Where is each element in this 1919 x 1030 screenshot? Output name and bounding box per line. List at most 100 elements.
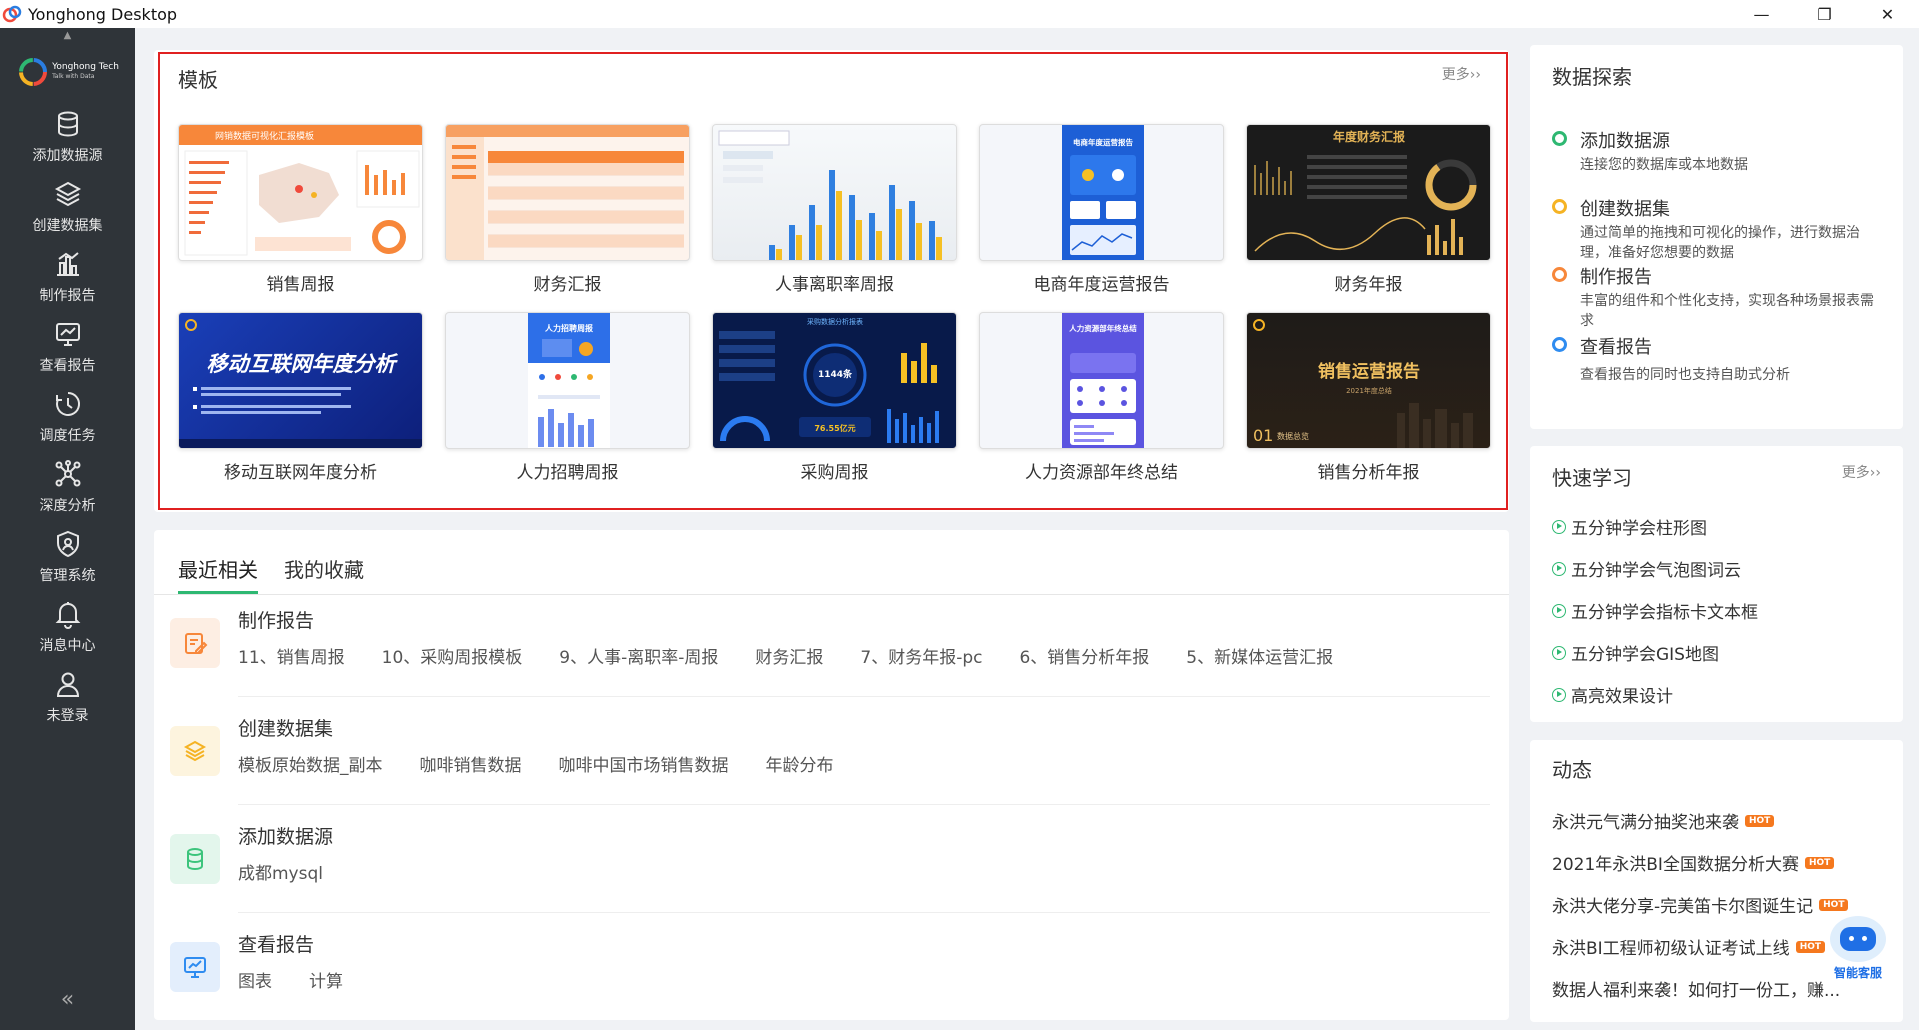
- templates-more-link[interactable]: 更多››: [1442, 64, 1481, 84]
- template-label: 电商年度运营报告: [1033, 275, 1170, 295]
- recent-links: 11、销售周报 10、采购周报模板 9、人事-离职率-周报 财务汇报 7、财务年…: [238, 643, 1370, 668]
- tab-recent[interactable]: 最近相关: [178, 544, 258, 594]
- bell-icon: [55, 602, 80, 629]
- template-card[interactable]: 人力资源部年终总结 人力资源部年终总结: [979, 312, 1224, 483]
- close-button[interactable]: ✕: [1856, 0, 1919, 28]
- smart-assistant-button[interactable]: 智能客服: [1816, 916, 1900, 990]
- recent-link[interactable]: 7、财务年报-pc: [860, 643, 982, 668]
- recent-links: 模板原始数据_副本 咖啡销售数据 咖啡中国市场销售数据 年龄分布: [238, 751, 871, 776]
- play-icon: [1552, 603, 1566, 618]
- template-card[interactable]: 电商年度运营报告 电商年度运营报告: [979, 124, 1224, 295]
- learn-item[interactable]: 五分钟学会气泡图词云: [1552, 556, 1741, 581]
- step-dot-icon: [1552, 337, 1567, 352]
- template-thumbnail: 采购数据分析报表 1144条 76.55亿元: [712, 312, 957, 449]
- step-dot-icon: [1552, 267, 1567, 282]
- learn-item-label: 五分钟学会GIS地图: [1571, 645, 1719, 665]
- template-thumbnail: [712, 124, 957, 261]
- sidebar-item-message-center[interactable]: 消息中心: [0, 592, 135, 662]
- sidebar-item-admin-system[interactable]: 管理系统: [0, 522, 135, 592]
- recent-link[interactable]: 图表: [238, 967, 272, 992]
- learn-item[interactable]: 五分钟学会指标卡文本框: [1552, 598, 1758, 623]
- minimize-button[interactable]: —: [1730, 0, 1793, 28]
- title-bar: Yonghong Desktop — ❐ ✕: [0, 0, 1919, 28]
- template-card[interactable]: 年度财务汇报 财务年报: [1246, 124, 1491, 295]
- sidebar-item-label: 管理系统: [39, 568, 96, 584]
- recent-link[interactable]: 年龄分布: [766, 751, 834, 776]
- layers-icon: [54, 181, 81, 207]
- user-icon: [56, 672, 79, 697]
- template-thumbnail: 网销数据可视化汇报模板: [178, 124, 423, 261]
- sidebar-item-deep-analysis[interactable]: 深度分析: [0, 452, 135, 522]
- step-title: 添加数据源: [1580, 131, 1670, 152]
- recent-link[interactable]: 10、采购周报模板: [382, 643, 523, 668]
- bar-chart-icon: [56, 252, 79, 276]
- template-thumbnail: 销售运营报告 2021年度总结 01 数据总览: [1246, 312, 1491, 449]
- robot-icon: [1830, 916, 1886, 962]
- sidebar-item-label: 添加数据源: [32, 148, 103, 164]
- template-card[interactable]: 人力招聘周报 人力招聘周报: [445, 312, 690, 483]
- recent-link[interactable]: 咖啡中国市场销售数据: [559, 751, 729, 776]
- recent-link[interactable]: 财务汇报: [755, 643, 823, 668]
- learn-item[interactable]: 高亮效果设计: [1552, 682, 1673, 707]
- template-card[interactable]: 财务汇报: [445, 124, 690, 295]
- template-card[interactable]: 网销数据可视化汇报模板 销售周报: [178, 124, 423, 295]
- tab-favorites[interactable]: 我的收藏: [284, 544, 364, 594]
- news-item[interactable]: 数据人福利来袭！如何打一份工，赚...: [1552, 976, 1840, 1001]
- app-logo-icon: [2, 5, 22, 23]
- sidebar-item-make-report[interactable]: 制作报告: [0, 242, 135, 312]
- layers-icon: [170, 726, 220, 776]
- collapse-sidebar-icon[interactable]: «: [0, 987, 135, 1012]
- template-label: 人力招聘周报: [516, 463, 619, 483]
- learn-item-label: 高亮效果设计: [1571, 687, 1673, 707]
- learn-item[interactable]: 五分钟学会GIS地图: [1552, 640, 1719, 665]
- recent-link[interactable]: 9、人事-离职率-周报: [559, 643, 718, 668]
- report-edit-icon: [170, 618, 220, 668]
- template-card[interactable]: 采购数据分析报表 1144条 76.55亿元 采购周报: [712, 312, 957, 483]
- learn-more-link[interactable]: 更多››: [1842, 462, 1881, 482]
- thumb-title: 电商年度运营报告: [1073, 137, 1133, 147]
- sidebar-item-create-dataset[interactable]: 创建数据集: [0, 172, 135, 242]
- template-card[interactable]: 销售运营报告 2021年度总结 01 数据总览 销售分析年报: [1246, 312, 1491, 483]
- recent-link[interactable]: 5、新媒体运营汇报: [1186, 643, 1333, 668]
- template-label: 采购周报: [800, 463, 869, 483]
- learn-item[interactable]: 五分钟学会柱形图: [1552, 514, 1707, 539]
- step-desc: 查看报告的同时也支持自助式分析: [1580, 367, 1790, 383]
- template-thumbnail: 电商年度运营报告: [979, 124, 1224, 261]
- sidebar-item-schedule-task[interactable]: 调度任务: [0, 382, 135, 452]
- brand-tagline: Talk with Data: [52, 73, 95, 80]
- maximize-button[interactable]: ❐: [1793, 0, 1856, 28]
- news-item[interactable]: 2021年永洪BI全国数据分析大赛 HOT: [1552, 850, 1835, 875]
- brand-text: Yonghong Tech Talk with Data: [52, 62, 119, 82]
- step-title: 制作报告: [1580, 267, 1652, 288]
- play-icon: [1552, 561, 1566, 576]
- recent-link[interactable]: 11、销售周报: [238, 643, 345, 668]
- step-title: 创建数据集: [1580, 199, 1670, 220]
- clock-icon: [55, 391, 80, 416]
- recent-link[interactable]: 咖啡销售数据: [420, 751, 522, 776]
- step-dot-icon: [1552, 199, 1567, 214]
- recent-link[interactable]: 成都mysql: [238, 859, 323, 884]
- scroll-up-icon[interactable]: ▲: [0, 28, 135, 42]
- sidebar-item-view-report[interactable]: 查看报告: [0, 312, 135, 382]
- template-card[interactable]: 移动互联网年度分析 移动互联网年度分析: [178, 312, 423, 483]
- row-divider: [238, 912, 1490, 913]
- news-item[interactable]: 永洪元气满分抽奖池来袭 HOT: [1552, 808, 1775, 833]
- news-item[interactable]: 永洪BI工程师初级认证考试上线 HOT: [1552, 934, 1826, 959]
- news-item-label: 数据人福利来袭！如何打一份工，赚...: [1552, 981, 1841, 1001]
- sidebar-item-label: 制作报告: [39, 288, 96, 304]
- step-desc: 通过简单的拖拽和可视化的操作，进行数据治理，准备好您想要的数据: [1580, 225, 1860, 261]
- learn-item-label: 五分钟学会气泡图词云: [1571, 561, 1741, 581]
- sidebar-item-login[interactable]: 未登录: [0, 662, 135, 732]
- recent-link[interactable]: 计算: [309, 967, 343, 992]
- template-label: 人事离职率周报: [775, 275, 894, 295]
- recent-link[interactable]: 模板原始数据_副本: [238, 751, 383, 776]
- template-label: 财务年报: [1334, 275, 1403, 295]
- template-card[interactable]: 人事离职率周报: [712, 124, 957, 295]
- news-item[interactable]: 永洪大佬分享-完美笛卡尔图诞生记 HOT: [1552, 892, 1849, 917]
- row-divider: [238, 804, 1490, 805]
- sidebar-item-add-datasource[interactable]: 添加数据源: [0, 102, 135, 172]
- template-label: 财务汇报: [533, 275, 602, 295]
- recent-link[interactable]: 6、销售分析年报: [1019, 643, 1149, 668]
- window-title: Yonghong Desktop: [28, 4, 178, 24]
- recent-section-title: 制作报告: [238, 610, 315, 632]
